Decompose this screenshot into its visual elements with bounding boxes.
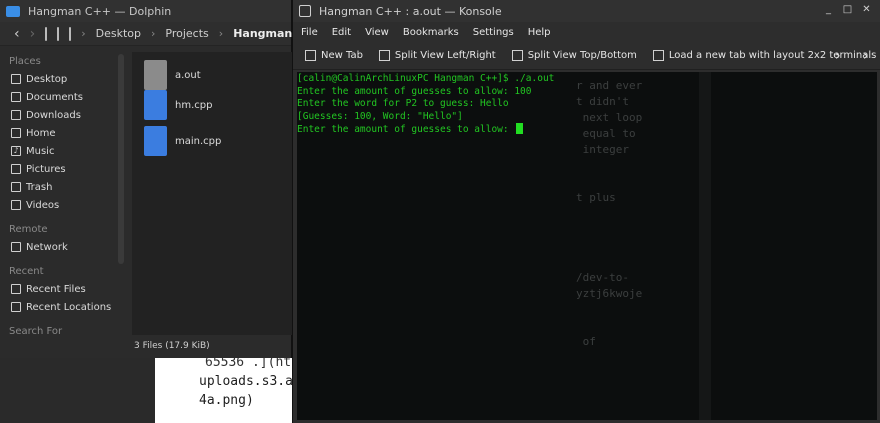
places-heading: Places bbox=[9, 56, 41, 67]
document-icon bbox=[11, 92, 21, 102]
breadcrumb-projects[interactable]: Projects bbox=[165, 27, 208, 40]
recent-locations-icon bbox=[11, 302, 21, 312]
cpp-file-icon bbox=[144, 90, 167, 120]
home-icon bbox=[11, 128, 21, 138]
sidebar-item-documents[interactable]: Documents bbox=[0, 88, 118, 106]
recent-heading: Recent bbox=[9, 266, 44, 277]
menu-file[interactable]: File bbox=[301, 27, 318, 38]
terminal-prompt-line: Enter the amount of guesses to allow: bbox=[297, 123, 554, 137]
chevron-right-icon[interactable]: › bbox=[863, 48, 869, 64]
close-icon[interactable]: ✕ bbox=[861, 5, 872, 16]
terminal-line: [Guesses: 100, Word: "Hello"] bbox=[297, 110, 463, 122]
new-tab-button[interactable]: New Tab bbox=[305, 50, 363, 61]
sidebar-item-desktop[interactable]: Desktop bbox=[0, 70, 118, 88]
new-tab-icon bbox=[305, 50, 316, 61]
terminal-view[interactable]: r and ever t didn't next loop equal to i… bbox=[297, 72, 877, 420]
split-top-bottom-button[interactable]: Split View Top/Bottom bbox=[511, 50, 637, 61]
file-view: a.out hm.cpp main.cpp bbox=[132, 52, 292, 335]
file-item[interactable]: main.cpp bbox=[144, 126, 221, 156]
sidebar-item-recent-locations[interactable]: Recent Locations bbox=[0, 298, 118, 316]
forward-icon[interactable]: › bbox=[30, 26, 36, 42]
folder-icon bbox=[6, 5, 20, 17]
back-icon[interactable]: ‹ bbox=[14, 26, 20, 42]
sidebar-item-recent-files[interactable]: Recent Files bbox=[0, 280, 118, 298]
split-vertical-icon bbox=[378, 50, 390, 61]
menu-bar: File Edit View Bookmarks Settings Help bbox=[293, 22, 880, 42]
sidebar-item-network[interactable]: Network bbox=[0, 238, 118, 256]
konsole-titlebar[interactable]: Hangman C++ : a.out — Konsole _ □ ✕ bbox=[293, 0, 880, 22]
window-title: Hangman C++ — Dolphin bbox=[28, 4, 172, 18]
menu-settings[interactable]: Settings bbox=[473, 27, 514, 38]
remote-heading: Remote bbox=[9, 224, 48, 235]
menu-bookmarks[interactable]: Bookmarks bbox=[403, 27, 459, 38]
chevron-right-icon[interactable]: › bbox=[835, 48, 841, 64]
chevron-right-icon: › bbox=[151, 27, 156, 40]
breadcrumb-desktop[interactable]: Desktop bbox=[96, 27, 141, 40]
window-title: Hangman C++ : a.out — Konsole bbox=[319, 4, 502, 18]
video-icon bbox=[11, 200, 21, 210]
cpp-file-icon bbox=[144, 126, 167, 156]
sidebar-item-videos[interactable]: Videos bbox=[0, 196, 118, 214]
breadcrumb-hangman[interactable]: Hangman bbox=[233, 27, 292, 40]
menu-edit[interactable]: Edit bbox=[332, 27, 351, 38]
picture-icon bbox=[11, 164, 21, 174]
sidebar-item-music[interactable]: ♪ Music bbox=[0, 142, 118, 160]
terminal-output: [calin@CalinArchLinuxPC Hangman C++]$ ./… bbox=[297, 73, 554, 137]
konsole-toolbar: New Tab Split View Left/Right Split View… bbox=[293, 42, 880, 70]
window-controls: _ □ ✕ bbox=[823, 5, 872, 16]
editor-line: 4a.png) bbox=[199, 393, 254, 408]
menu-view[interactable]: View bbox=[365, 27, 389, 38]
chevron-right-icon: › bbox=[81, 27, 86, 40]
terminal-line: [calin@CalinArchLinuxPC Hangman C++]$ ./… bbox=[297, 73, 555, 84]
file-item[interactable]: a.out bbox=[144, 60, 201, 90]
dolphin-titlebar[interactable]: Hangman C++ — Dolphin bbox=[0, 0, 291, 22]
trash-icon bbox=[11, 182, 21, 192]
music-icon: ♪ bbox=[11, 146, 21, 156]
executable-icon bbox=[144, 60, 167, 90]
minimize-icon[interactable]: _ bbox=[823, 5, 834, 16]
terminal-line: Enter the amount of guesses to allow: 10… bbox=[297, 85, 532, 97]
split-left-right-button[interactable]: Split View Left/Right bbox=[378, 50, 496, 61]
layout-icon bbox=[652, 50, 664, 61]
search-heading: Search For bbox=[9, 326, 63, 337]
dolphin-window: Hangman C++ — Dolphin ‹ › › Desktop › Pr… bbox=[0, 0, 292, 358]
dolphin-toolbar: ‹ › › Desktop › Projects › Hangman bbox=[0, 22, 292, 46]
menu-help[interactable]: Help bbox=[528, 27, 551, 38]
terminal-icon bbox=[299, 5, 311, 17]
sidebar-scrollbar[interactable] bbox=[118, 54, 124, 264]
icons-view-icon[interactable] bbox=[45, 26, 48, 41]
terminal-line: Enter the word for P2 to guess: Hello bbox=[297, 98, 509, 109]
terminal-scrollbar[interactable] bbox=[699, 72, 711, 420]
places-panel: Places Desktop Documents Downloads Home … bbox=[0, 48, 124, 358]
sidebar-item-trash[interactable]: Trash bbox=[0, 178, 118, 196]
sidebar-item-downloads[interactable]: Downloads bbox=[0, 106, 118, 124]
file-item[interactable]: hm.cpp bbox=[144, 90, 212, 120]
chevron-right-icon: › bbox=[218, 27, 224, 40]
download-icon bbox=[11, 110, 21, 120]
sidebar-item-pictures[interactable]: Pictures bbox=[0, 160, 118, 178]
split-horizontal-icon bbox=[511, 50, 523, 61]
desktop-icon bbox=[11, 74, 21, 84]
status-bar: 3 Files (17.9 KiB) bbox=[134, 341, 210, 351]
sidebar-item-home[interactable]: Home bbox=[0, 124, 118, 142]
konsole-window: Hangman C++ : a.out — Konsole _ □ ✕ File… bbox=[292, 0, 880, 423]
background-ghost-text: r and ever t didn't next loop equal to i… bbox=[576, 79, 643, 348]
compact-view-icon[interactable] bbox=[57, 26, 60, 41]
maximize-icon[interactable]: □ bbox=[842, 5, 853, 16]
text-cursor bbox=[516, 123, 524, 134]
load-layout-button[interactable]: Load a new tab with layout 2x2 terminals bbox=[652, 50, 876, 61]
details-view-icon[interactable] bbox=[69, 26, 72, 41]
recent-files-icon bbox=[11, 284, 21, 294]
network-icon bbox=[11, 242, 21, 252]
